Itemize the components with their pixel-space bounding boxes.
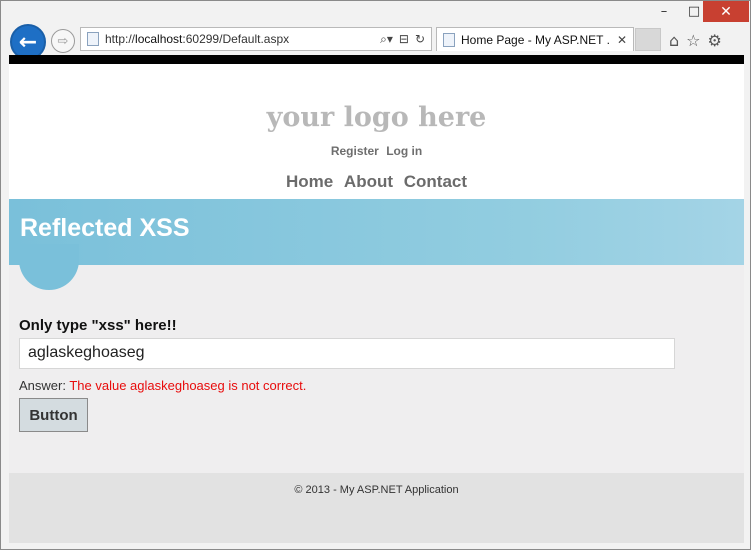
page-viewport: your logo here Register Log in Home Abou… [9, 55, 744, 543]
xss-input[interactable]: aglaskeghoaseg [19, 338, 675, 369]
browser-tab[interactable]: Home Page - My ASP.NET ... ✕ [436, 27, 634, 51]
browser-navbar: ← ⇨ http://localhost:60299/Default.aspx … [1, 23, 750, 60]
search-dropdown-icon[interactable]: ⌕▾ [380, 32, 393, 47]
register-link[interactable]: Register [331, 144, 379, 158]
close-window-button[interactable]: ✕ [703, 1, 749, 22]
address-bar[interactable]: http://localhost:60299/Default.aspx ⌕▾ ⊟… [80, 27, 432, 51]
back-arrow-icon: ← [18, 29, 38, 55]
submit-button[interactable]: Button [19, 398, 88, 432]
title-bar: – □ ✕ [1, 1, 750, 25]
answer-error: The value aglaskeghoaseg is not correct. [69, 378, 307, 393]
refresh-icon[interactable]: ↻ [415, 32, 425, 47]
answer-line: Answer: The value aglaskeghoaseg is not … [19, 378, 306, 393]
home-icon[interactable]: ⌂ [669, 31, 679, 50]
site-logo[interactable]: your logo here [9, 102, 744, 133]
tab-close-icon[interactable]: ✕ [611, 33, 633, 47]
login-links: Register Log in [9, 144, 744, 158]
page-title: Reflected XSS [20, 214, 190, 242]
favorites-star-icon[interactable]: ☆ [686, 31, 700, 50]
settings-gear-icon[interactable]: ⚙ [708, 31, 722, 50]
footer: © 2013 - My ASP.NET Application [9, 473, 744, 543]
browser-tools: ⌂ ☆ ⚙ [669, 31, 722, 50]
main-menu: Home About Contact [9, 172, 744, 192]
new-tab-button[interactable] [635, 28, 661, 51]
main-content: Only type "xss" here!! aglaskeghoaseg An… [9, 265, 744, 473]
menu-item-contact[interactable]: Contact [404, 172, 467, 191]
menu-item-about[interactable]: About [344, 172, 393, 191]
forward-arrow-icon: ⇨ [57, 33, 69, 49]
compatibility-view-icon[interactable]: ⊟ [399, 32, 409, 47]
url-path: :60299/Default.aspx [182, 32, 290, 46]
page-icon [87, 32, 99, 46]
menu-item-home[interactable]: Home [286, 172, 333, 191]
answer-label: Answer: [19, 378, 70, 393]
tab-page-icon [443, 32, 455, 47]
url-host: localhost [135, 32, 183, 46]
input-prompt: Only type "xss" here!! [19, 317, 177, 334]
forward-button[interactable]: ⇨ [51, 29, 75, 53]
footer-text: © 2013 - My ASP.NET Application [294, 484, 459, 496]
address-url[interactable]: http://localhost:60299/Default.aspx [105, 32, 380, 46]
browser-window: – □ ✕ ← ⇨ http://localhost:60299/Default… [0, 0, 751, 550]
tab-title: Home Page - My ASP.NET ... [461, 32, 611, 47]
featured-banner: Reflected XSS [9, 199, 744, 265]
address-tools: ⌕▾ ⊟ ↻ [380, 32, 431, 47]
login-link[interactable]: Log in [386, 144, 422, 158]
minimize-button[interactable]: – [649, 1, 679, 22]
